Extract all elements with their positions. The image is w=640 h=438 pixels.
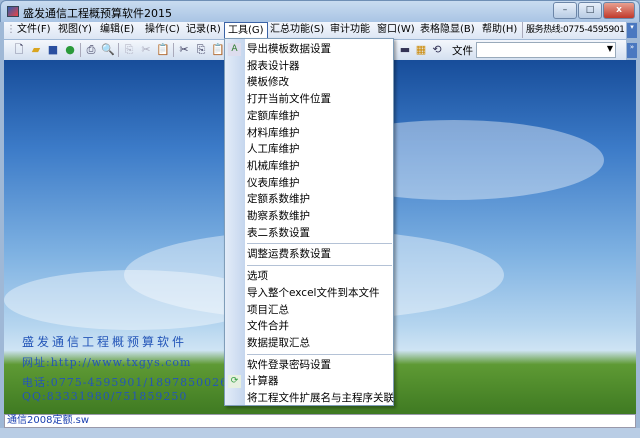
open-icon[interactable]: ▰ (29, 43, 43, 57)
menu-separator (247, 265, 392, 267)
separator (173, 43, 174, 57)
menu-item-labor-library[interactable]: 人工库维护 (247, 141, 392, 158)
menu-item-login-password[interactable]: 软件登录密码设置 (247, 357, 392, 374)
service-hotline: 服务热线:0775-4595901 (522, 22, 625, 38)
menu-record[interactable]: 记录(R) (186, 22, 221, 38)
toolbar-overflow-icon[interactable]: » (627, 43, 637, 58)
window-frame-bottom (0, 428, 640, 438)
menu-audit[interactable]: 审计功能 (330, 22, 370, 38)
minimize-button[interactable]: – (553, 2, 577, 19)
menu-item-material-library[interactable]: 材料库维护 (247, 125, 392, 142)
cut-disabled-icon: ✂ (141, 43, 151, 56)
menu-summary[interactable]: 汇总功能(S) (270, 22, 324, 38)
status-file: 通信2008定额.sw (7, 415, 90, 426)
tools-menu: A 导出模板数据设置 报表设计器 模板修改 打开当前文件位置 定额库维护 材料库维护 人工库… (224, 38, 394, 406)
banner-qq: QQ:83331980/751859250 (22, 390, 188, 403)
banner-website: 网址:http://www.txgys.com (22, 356, 192, 369)
menu-item-template-edit[interactable]: 模板修改 (247, 74, 392, 91)
menu-item-report-designer[interactable]: 报表设计器 (247, 58, 392, 75)
menu-item-file-association[interactable]: 将工程文件扩展名与主程序关联 (247, 390, 394, 407)
menu-item-project-summary[interactable]: 项目汇总 (247, 302, 392, 319)
paste-disabled-icon: 📋 (156, 43, 170, 56)
print-preview-icon[interactable]: 🔍 (101, 43, 115, 57)
menu-item-data-extract-summary[interactable]: 数据提取汇总 (247, 335, 392, 352)
menu-item-freight-coefficient[interactable]: 调整运费系数设置 (247, 246, 392, 263)
banner-name: 盛发通信工程概预算软件 (22, 335, 188, 349)
cut-icon[interactable]: ✂ (177, 43, 191, 57)
menu-bar: ⋮ 文件(F) 视图(Y) 编辑(E) 操作(C) 记录(R) 工具(G) 汇总… (4, 22, 626, 39)
menu-item-quota-coefficient[interactable]: 定额系数维护 (247, 191, 392, 208)
minus-icon[interactable]: ▬ (398, 43, 412, 57)
menu-help[interactable]: 帮助(H) (482, 22, 517, 38)
export-template-icon: A (228, 43, 241, 56)
menu-item-survey-coefficient[interactable]: 勘察系数维护 (247, 208, 392, 225)
menu-view[interactable]: 视图(Y) (58, 22, 92, 38)
link-icon[interactable]: ⟲ (430, 43, 444, 57)
menu-separator (247, 243, 392, 245)
menu-operate[interactable]: 操作(C) (145, 22, 180, 38)
app-icon (7, 6, 19, 17)
menu-item-import-excel[interactable]: 导入整个excel文件到本文件 (247, 285, 392, 302)
new-icon[interactable]: 🗋 (12, 43, 26, 57)
menu-item-export-template-settings[interactable]: 导出模板数据设置 (247, 41, 392, 58)
maximize-button[interactable]: □ (578, 2, 602, 19)
menu-item-machine-library[interactable]: 机械库维护 (247, 158, 392, 175)
menu-item-options[interactable]: 选项 (247, 268, 392, 285)
window-title: 盛发通信工程概预算软件2015 (23, 7, 172, 20)
menu-table-toggle[interactable]: 表格隐显(B) (420, 22, 475, 38)
banner-phone: 电话:0775-4595901/18978500269 (22, 376, 237, 389)
close-button[interactable]: x (603, 2, 635, 19)
menu-separator (247, 353, 392, 355)
file-select[interactable]: ▼ (476, 42, 616, 58)
menu-window[interactable]: 窗口(W) (377, 22, 415, 38)
calculator-icon: ⟳ (228, 375, 241, 388)
separator (80, 43, 81, 57)
menu-item-quota-library[interactable]: 定额库维护 (247, 108, 392, 125)
grip: ⋮ (6, 24, 16, 35)
chevron-down-icon[interactable]: ▼ (607, 44, 613, 53)
print-icon[interactable]: ⎙ (84, 43, 98, 57)
separator (118, 43, 119, 57)
copy-disabled-icon: ⎘ (124, 43, 134, 56)
calc-icon[interactable]: ▦ (414, 43, 428, 57)
menu-file[interactable]: 文件(F) (17, 22, 51, 38)
menu-item-open-file-location[interactable]: 打开当前文件位置 (247, 91, 392, 108)
save-icon[interactable]: ■ (46, 43, 60, 57)
menubar-overflow-icon[interactable]: ▾ (627, 23, 637, 38)
menu-item-file-merge[interactable]: 文件合并 (247, 318, 392, 335)
paste-icon[interactable]: 📋 (211, 43, 225, 57)
menu-item-table2-coefficient[interactable]: 表二系数设置 (247, 225, 392, 242)
status-bar: 通信2008定额.sw (4, 414, 636, 428)
menu-edit[interactable]: 编辑(E) (100, 22, 134, 38)
menu-tools[interactable]: 工具(G) (224, 22, 268, 39)
menu-item-instrument-library[interactable]: 仪表库维护 (247, 175, 392, 192)
file-label: 文件 (452, 45, 473, 57)
menu-item-calculator[interactable]: 计算器 (247, 373, 392, 390)
copy-icon[interactable]: ⎘ (194, 43, 208, 57)
title-bar: 盛发通信工程概预算软件2015 – □ x (0, 0, 640, 22)
refresh-icon[interactable]: ● (63, 43, 77, 57)
